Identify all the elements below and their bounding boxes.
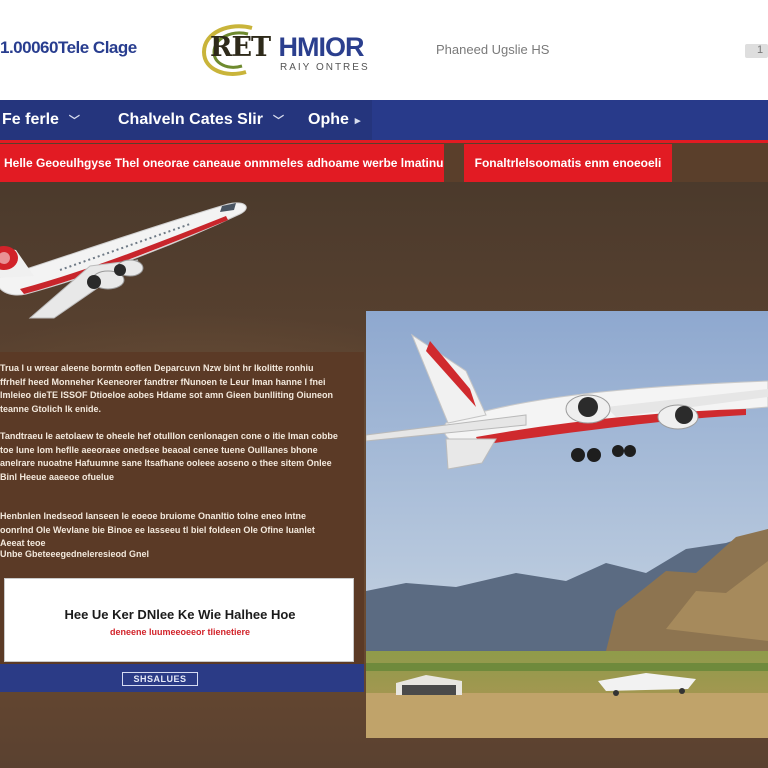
- chevron-right-icon: ▸: [354, 114, 361, 127]
- chevron-down-icon: ﹀: [272, 115, 284, 127]
- airplane-illustration: [0, 202, 247, 319]
- hero-photo: [366, 311, 768, 738]
- nav-item-label: Chalveln Cates Slir: [118, 111, 263, 128]
- nav-item-label: Ophe: [308, 111, 349, 128]
- cta-subtitle: deneene luumeeoeeor tlienetiere: [109, 627, 251, 637]
- cta-title: Hee Ue Ker DNlee Ke Wie Halhee Hoe: [64, 607, 296, 622]
- nav-divider: [0, 140, 768, 143]
- airplane-landscape-image: [366, 311, 768, 738]
- site-logo[interactable]: RET HMIOR RAIY ONTRES: [200, 20, 400, 82]
- promo-left-label: Helle Geoeulhgyse Thel oneorae caneaue o…: [4, 156, 444, 170]
- header-contact[interactable]: Phaneed Ugslie HS: [436, 42, 549, 57]
- header-phone[interactable]: 1.00060Tele Clage: [0, 38, 170, 58]
- content-paragraph-1: Trua l u wrear aleene bormtn eoflen Depa…: [0, 363, 334, 414]
- header-widget-label: 1: [757, 44, 764, 56]
- promo-dropdown[interactable]: Helle Geoeulhgyse Thel oneorae caneaue o…: [0, 144, 444, 182]
- site-header: 1.00060Tele Clage RET HMIOR RAIY ONTRES …: [0, 0, 768, 100]
- caret-down-icon: ▼: [443, 156, 444, 170]
- logo-tagline: RAIY ONTRES: [280, 62, 370, 73]
- nav-item-3[interactable]: Ophe ▸: [308, 109, 360, 131]
- content-paragraph-2: Tandtraeu le aetolaew te oheele hef otul…: [0, 431, 338, 482]
- nav-item-2[interactable]: Chalveln Cates Slir ﹀: [118, 109, 284, 131]
- chevron-down-icon: ﹀: [68, 115, 80, 127]
- promo-right-label: Fonaltrlelsoomatis enm enoeoeli: [474, 156, 662, 170]
- nav-item-label: Fe ferle: [2, 111, 59, 128]
- logo-wordmark: RET HMIOR: [210, 32, 365, 63]
- content-paragraph-3: Henbnlen lnedseod lanseen le eoeoe bruio…: [0, 511, 315, 548]
- cta-box[interactable]: Hee Ue Ker DNlee Ke Wie Halhee Hoe denee…: [4, 578, 354, 662]
- header-widget-button[interactable]: 1: [745, 44, 768, 58]
- promo-button[interactable]: Fonaltrlelsoomatis enm enoeoeli: [464, 144, 672, 182]
- content-paragraph-4: Unbe Gbeteeegedneleresieod Gnel: [0, 549, 150, 559]
- strip-button[interactable]: SHSALUES: [122, 672, 198, 686]
- nav-item-1[interactable]: Fe ferle ﹀: [2, 109, 80, 131]
